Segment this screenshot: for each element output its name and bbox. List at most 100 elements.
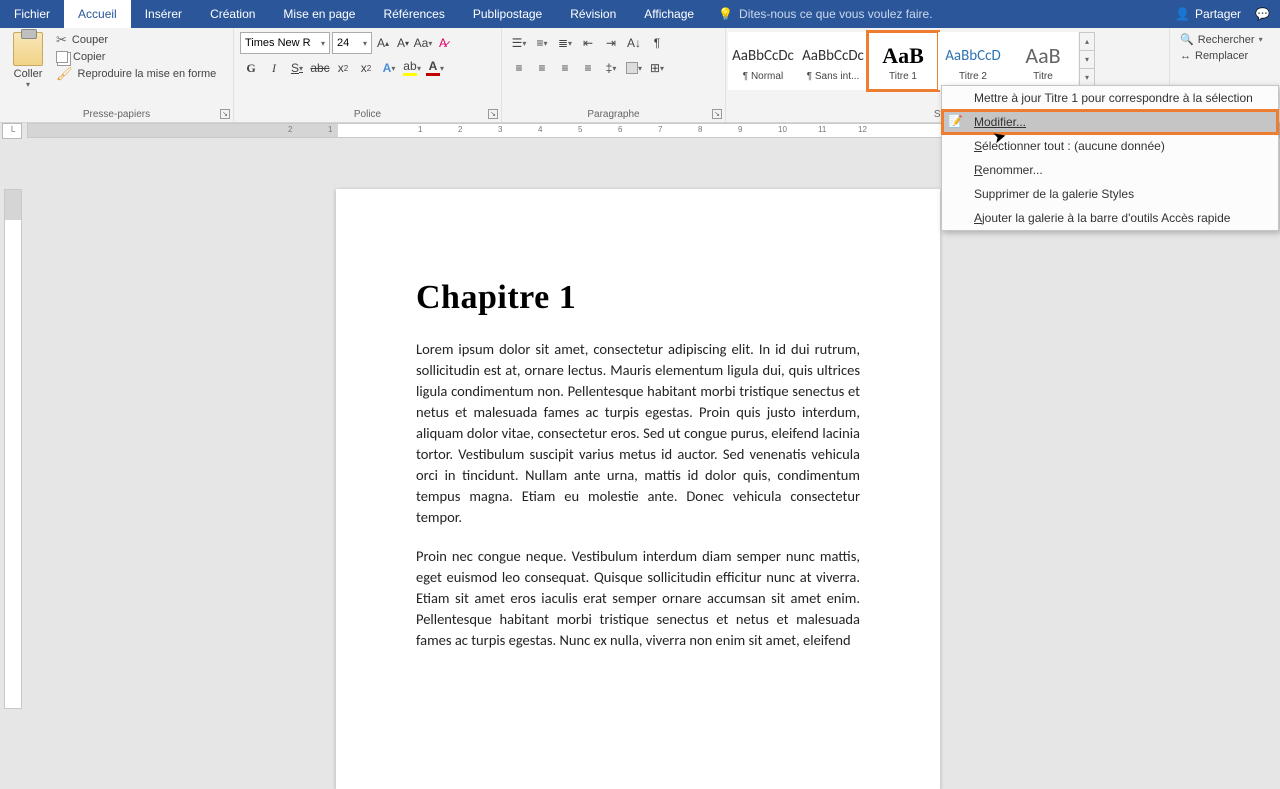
- justify-button[interactable]: ≡: [577, 57, 599, 79]
- shrink-font-button[interactable]: A▾: [394, 32, 412, 54]
- menu-rename-mnemonic: R: [974, 163, 983, 177]
- style-label: Titre 2: [959, 71, 987, 82]
- styles-gallery: AaBbCcDc¶ Normal AaBbCcDc¶ Sans int... A…: [728, 32, 1167, 90]
- subscript-button[interactable]: x2: [332, 57, 354, 79]
- font-dialog-launcher[interactable]: ↘: [488, 109, 498, 119]
- borders-button[interactable]: ⊞▾: [646, 57, 668, 79]
- chevron-down-icon: ▾: [321, 39, 325, 48]
- strikethrough-button[interactable]: abc: [309, 57, 331, 79]
- numbering-button[interactable]: ≡▾: [531, 32, 553, 54]
- underline-glyph: S: [291, 61, 299, 75]
- highlight-button[interactable]: ab▾: [401, 57, 423, 79]
- share-icon: 👤: [1175, 7, 1190, 21]
- tell-me-placeholder: Dites-nous ce que vous voulez faire.: [739, 7, 932, 21]
- sort-button[interactable]: A↓: [623, 32, 645, 54]
- chevron-down-icon: ▾: [363, 39, 367, 48]
- style-tile-heading2[interactable]: AaBbCcDTitre 2: [938, 32, 1008, 90]
- heading-1[interactable]: Chapitre 1: [416, 279, 860, 317]
- menu-rename-rest: enommer...: [983, 163, 1043, 177]
- document-page[interactable]: Chapitre 1 Lorem ipsum dolor sit amet, c…: [336, 189, 940, 789]
- tab-file[interactable]: Fichier: [0, 0, 64, 28]
- align-center-button[interactable]: ≡: [531, 57, 553, 79]
- bold-button[interactable]: G: [240, 57, 262, 79]
- copy-button[interactable]: Copier: [56, 51, 216, 63]
- group-clipboard: Coller ▾ ✂ Couper Copier 🖌Reproduire la m…: [0, 28, 234, 122]
- tab-insert[interactable]: Insérer: [131, 0, 196, 28]
- menu-select-mnemonic: S: [974, 139, 982, 153]
- font-color-button[interactable]: A▾: [424, 57, 446, 79]
- find-button[interactable]: 🔍Rechercher▾: [1176, 31, 1274, 48]
- paragraph-dialog-launcher[interactable]: ↘: [712, 109, 722, 119]
- decrease-indent-button[interactable]: ⇤: [577, 32, 599, 54]
- menu-remove-from-gallery[interactable]: Supprimer de la galerie Styles: [942, 182, 1278, 206]
- clipboard-dialog-launcher[interactable]: ↘: [220, 109, 230, 119]
- clipboard-group-label: Presse-papiers: [0, 109, 233, 120]
- font-name-combo[interactable]: Times New R▾: [240, 32, 330, 54]
- share-button[interactable]: 👤 Partager: [1175, 7, 1241, 21]
- cut-label: Couper: [72, 34, 108, 46]
- copy-icon: [56, 51, 68, 63]
- styles-gallery-scroller[interactable]: ▴▾▾: [1079, 32, 1095, 88]
- style-label: Titre: [1033, 71, 1053, 82]
- tab-view[interactable]: Affichage: [630, 0, 708, 28]
- paste-button[interactable]: Coller ▾: [6, 32, 50, 89]
- replace-label: Remplacer: [1195, 50, 1248, 62]
- text-effects-button[interactable]: A▾: [378, 57, 400, 79]
- format-painter-button[interactable]: 🖌Reproduire la mise en forme: [56, 66, 216, 82]
- scissors-icon: ✂: [56, 32, 67, 48]
- title-bar: Fichier Accueil Insérer Création Mise en…: [0, 0, 1280, 28]
- tab-stop-selector[interactable]: └: [2, 123, 22, 139]
- style-tile-normal[interactable]: AaBbCcDc¶ Normal: [728, 32, 798, 90]
- style-preview: AaB: [1025, 41, 1060, 71]
- tab-mailings[interactable]: Publipostage: [459, 0, 556, 28]
- change-case-button[interactable]: Aa▾: [414, 32, 432, 54]
- superscript-button[interactable]: x2: [355, 57, 377, 79]
- vertical-ruler[interactable]: [4, 189, 22, 709]
- increase-indent-button[interactable]: ⇥: [600, 32, 622, 54]
- style-tile-title[interactable]: AaBTitre: [1008, 32, 1078, 90]
- replace-button[interactable]: ↔ Remplacer: [1176, 48, 1274, 64]
- replace-icon: ↔: [1180, 50, 1191, 62]
- lightbulb-icon: 💡: [718, 7, 733, 21]
- multilevel-button[interactable]: ≣▾: [554, 32, 576, 54]
- line-spacing-button[interactable]: ‡▾: [600, 57, 622, 79]
- style-tile-no-spacing[interactable]: AaBbCcDc¶ Sans int...: [798, 32, 868, 90]
- cut-button[interactable]: ✂ Couper: [56, 32, 216, 48]
- grow-font-button[interactable]: A▴: [374, 32, 392, 54]
- body-paragraph[interactable]: Lorem ipsum dolor sit amet, consectetur …: [416, 339, 860, 528]
- menu-select-rest: électionner tout : (aucune donnée): [982, 139, 1165, 153]
- copy-label: Copier: [73, 51, 105, 63]
- tab-layout[interactable]: Mise en page: [269, 0, 369, 28]
- menu-qat-rest: jouter la galerie à la barre d'outils Ac…: [982, 211, 1230, 225]
- menu-update-to-match[interactable]: Mettre à jour Titre 1 pour correspondre …: [942, 86, 1278, 110]
- shading-button[interactable]: ▾: [623, 57, 645, 79]
- bullets-button[interactable]: ☰▾: [508, 32, 530, 54]
- tab-home[interactable]: Accueil: [64, 0, 131, 28]
- style-label: ¶ Normal: [743, 71, 783, 82]
- show-marks-button[interactable]: ¶: [646, 32, 668, 54]
- align-right-button[interactable]: ≡: [554, 57, 576, 79]
- menu-qat-mnemonic: A: [974, 211, 982, 225]
- tell-me-search[interactable]: 💡 Dites-nous ce que vous voulez faire.: [708, 0, 1165, 28]
- brush-icon: 🖌: [56, 66, 73, 82]
- comments-icon[interactable]: 💬: [1255, 7, 1270, 21]
- tab-review[interactable]: Révision: [556, 0, 630, 28]
- align-left-button[interactable]: ≡: [508, 57, 530, 79]
- font-size-combo[interactable]: 24▾: [332, 32, 372, 54]
- paste-icon: [13, 32, 43, 66]
- gallery-up-icon[interactable]: ▴: [1080, 33, 1094, 51]
- clear-formatting-button[interactable]: A̷: [434, 32, 452, 54]
- paste-dropdown-icon: ▾: [26, 80, 30, 89]
- italic-button[interactable]: I: [263, 57, 285, 79]
- style-label: ¶ Sans int...: [807, 71, 860, 82]
- style-tile-heading1[interactable]: AaBTitre 1: [868, 32, 938, 90]
- tab-references[interactable]: Références: [369, 0, 458, 28]
- group-paragraph: ☰▾ ≡▾ ≣▾ ⇤ ⇥ A↓ ¶ ≡ ≡ ≡ ≡ ‡▾ ▾ ⊞▾ Paragr…: [502, 28, 726, 122]
- menu-rename[interactable]: Renommer...: [942, 158, 1278, 182]
- body-paragraph[interactable]: Proin nec congue neque. Vestibulum inter…: [416, 546, 860, 651]
- menu-add-to-qat[interactable]: Ajouter la galerie à la barre d'outils A…: [942, 206, 1278, 230]
- tab-design[interactable]: Création: [196, 0, 269, 28]
- gallery-down-icon[interactable]: ▾: [1080, 51, 1094, 69]
- style-label: Titre 1: [889, 71, 917, 82]
- underline-button[interactable]: S▾: [286, 57, 308, 79]
